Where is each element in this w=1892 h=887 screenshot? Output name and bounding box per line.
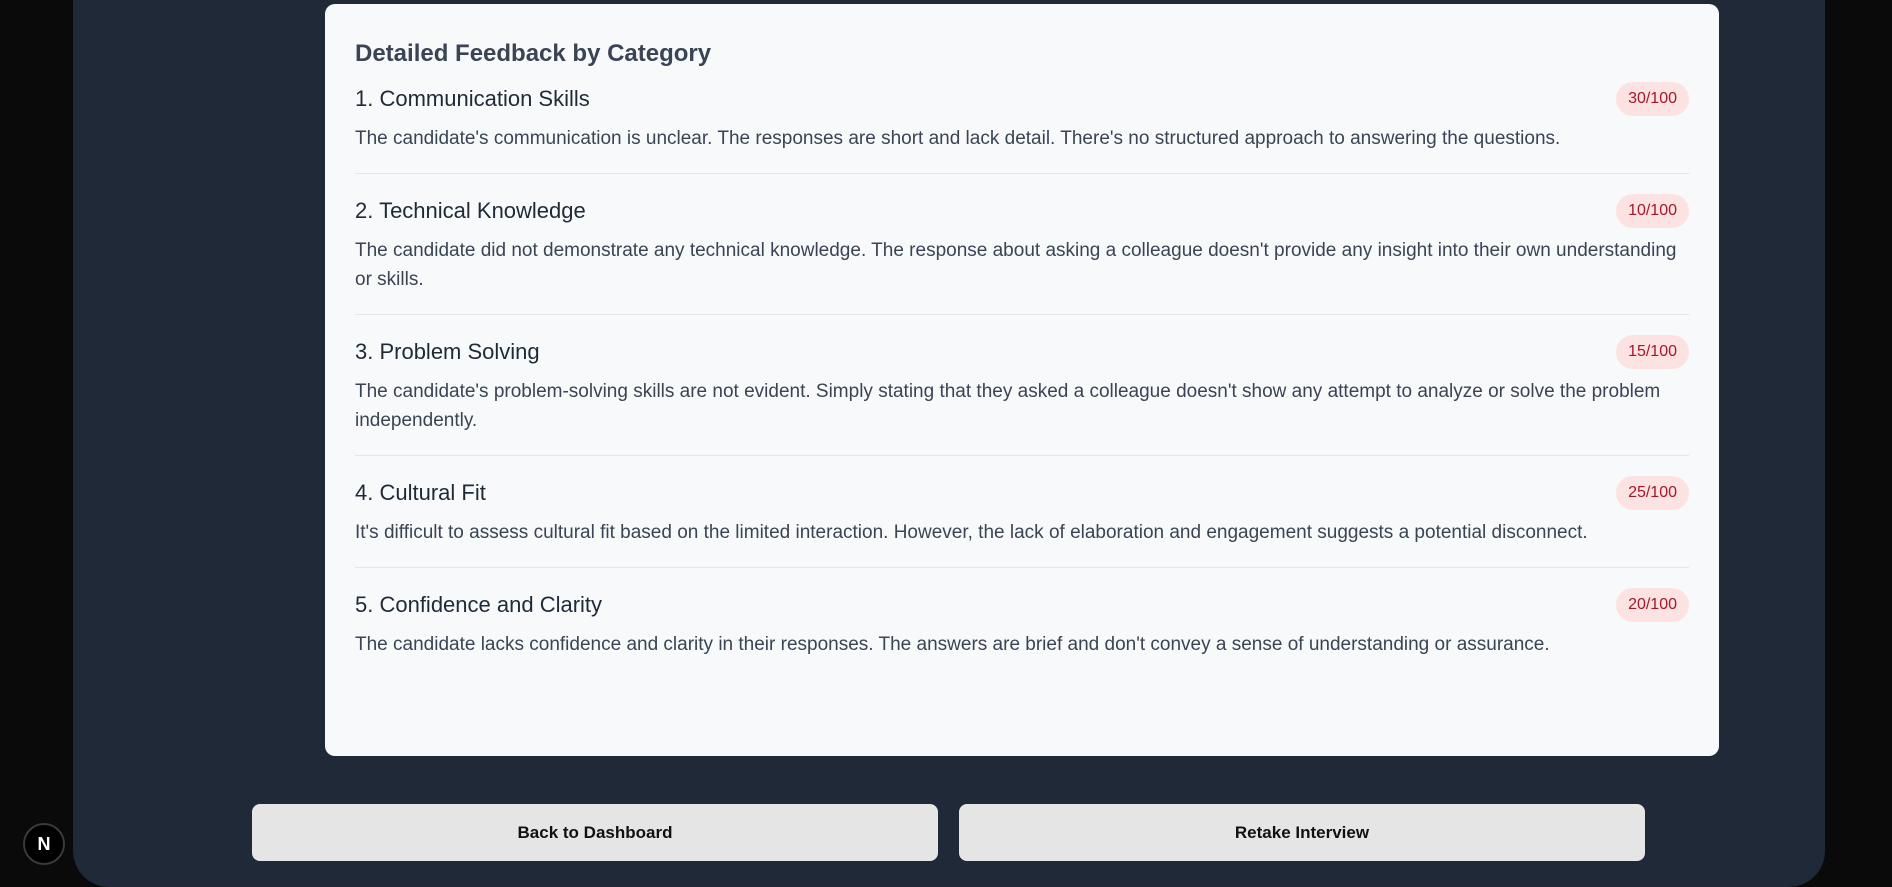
category-header: 1. Communication Skills 30/100 [355,82,1689,116]
category-header: 2. Technical Knowledge 10/100 [355,194,1689,228]
score-badge: 10/100 [1616,194,1689,228]
category-list: 1. Communication Skills 30/100 The candi… [355,82,1689,679]
feedback-title: Detailed Feedback by Category [355,40,712,67]
category-description: It's difficult to assess cultural fit ba… [355,522,1588,543]
category-title: 5. Confidence and Clarity [355,592,603,617]
dev-badge-label: N [37,833,51,854]
category-title: 3. Problem Solving [355,339,540,364]
score-badge: 25/100 [1616,476,1689,510]
category-description: The candidate's communication is unclear… [355,128,1561,149]
category-description: The candidate did not demonstrate any te… [355,240,1677,290]
category-header: 4. Cultural Fit 25/100 [355,476,1689,510]
category-description: The candidate lacks confidence and clari… [355,634,1550,655]
feedback-card: Detailed Feedback by Category 1. Communi… [325,4,1719,756]
category-title: 4. Cultural Fit [355,480,486,505]
retake-interview-button[interactable]: Retake Interview [959,804,1645,861]
category-item-cultural-fit: 4. Cultural Fit 25/100 It's difficult to… [355,476,1689,568]
category-item-confidence-and-clarity: 5. Confidence and Clarity 20/100 The can… [355,588,1689,679]
back-to-dashboard-button[interactable]: Back to Dashboard [252,804,938,861]
nextjs-logo-icon[interactable]: N [23,823,65,865]
category-title: 2. Technical Knowledge [355,198,586,223]
score-badge: 30/100 [1616,82,1689,116]
category-header: 3. Problem Solving 15/100 [355,335,1689,369]
category-header: 5. Confidence and Clarity 20/100 [355,588,1689,622]
category-item-problem-solving: 3. Problem Solving 15/100 The candidate'… [355,335,1689,456]
category-title: 1. Communication Skills [355,86,590,111]
category-description: The candidate's problem-solving skills a… [355,381,1661,431]
score-badge: 15/100 [1616,335,1689,369]
score-badge: 20/100 [1616,588,1689,622]
category-item-technical-knowledge: 2. Technical Knowledge 10/100 The candid… [355,194,1689,315]
app-shell: Detailed Feedback by Category 1. Communi… [73,0,1825,887]
category-item-communication-skills: 1. Communication Skills 30/100 The candi… [355,82,1689,174]
